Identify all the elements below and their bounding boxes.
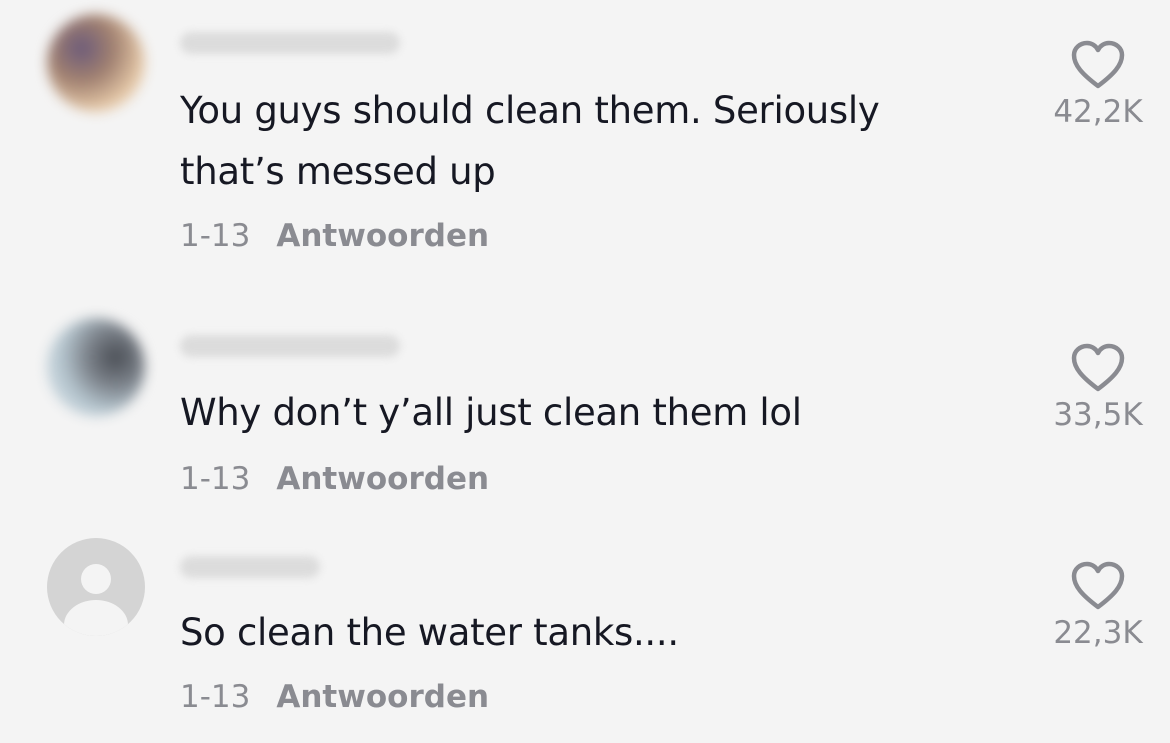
comment-date: 1-13 [180, 679, 251, 715]
reply-button[interactable]: Antwoorden [276, 679, 489, 715]
comment-text: You guys should clean them. Seriously th… [180, 89, 880, 193]
username-blurred[interactable] [180, 556, 320, 578]
like-button[interactable]: 33,5K [1040, 343, 1156, 433]
heart-outline-icon[interactable] [1071, 40, 1125, 90]
default-user-icon[interactable] [47, 538, 145, 636]
like-button[interactable]: 42,2K [1040, 40, 1156, 130]
avatar-shoulders-shape [64, 600, 128, 636]
comment-text: So clean the water tanks.... [180, 611, 679, 654]
comment-date: 1-13 [180, 461, 251, 497]
reply-button[interactable]: Antwoorden [276, 461, 489, 497]
like-count: 22,3K [1053, 615, 1143, 651]
reply-button[interactable]: Antwoorden [276, 218, 489, 254]
comment-date: 1-13 [180, 218, 251, 254]
like-count: 42,2K [1053, 94, 1143, 130]
comment-meta: 1-13 Antwoorden [180, 679, 489, 715]
like-button[interactable]: 22,3K [1040, 561, 1156, 651]
comment-meta: 1-13 Antwoorden [180, 218, 489, 254]
like-count: 33,5K [1053, 397, 1143, 433]
avatar[interactable] [47, 318, 145, 416]
avatar[interactable] [47, 14, 145, 112]
avatar-head-shape [81, 564, 111, 594]
username-blurred[interactable] [180, 32, 400, 54]
heart-outline-icon[interactable] [1071, 561, 1125, 611]
username-blurred[interactable] [180, 335, 400, 357]
comment-meta: 1-13 Antwoorden [180, 461, 489, 497]
comment-text: Why don’t y’all just clean them lol [180, 391, 802, 434]
heart-outline-icon[interactable] [1071, 343, 1125, 393]
